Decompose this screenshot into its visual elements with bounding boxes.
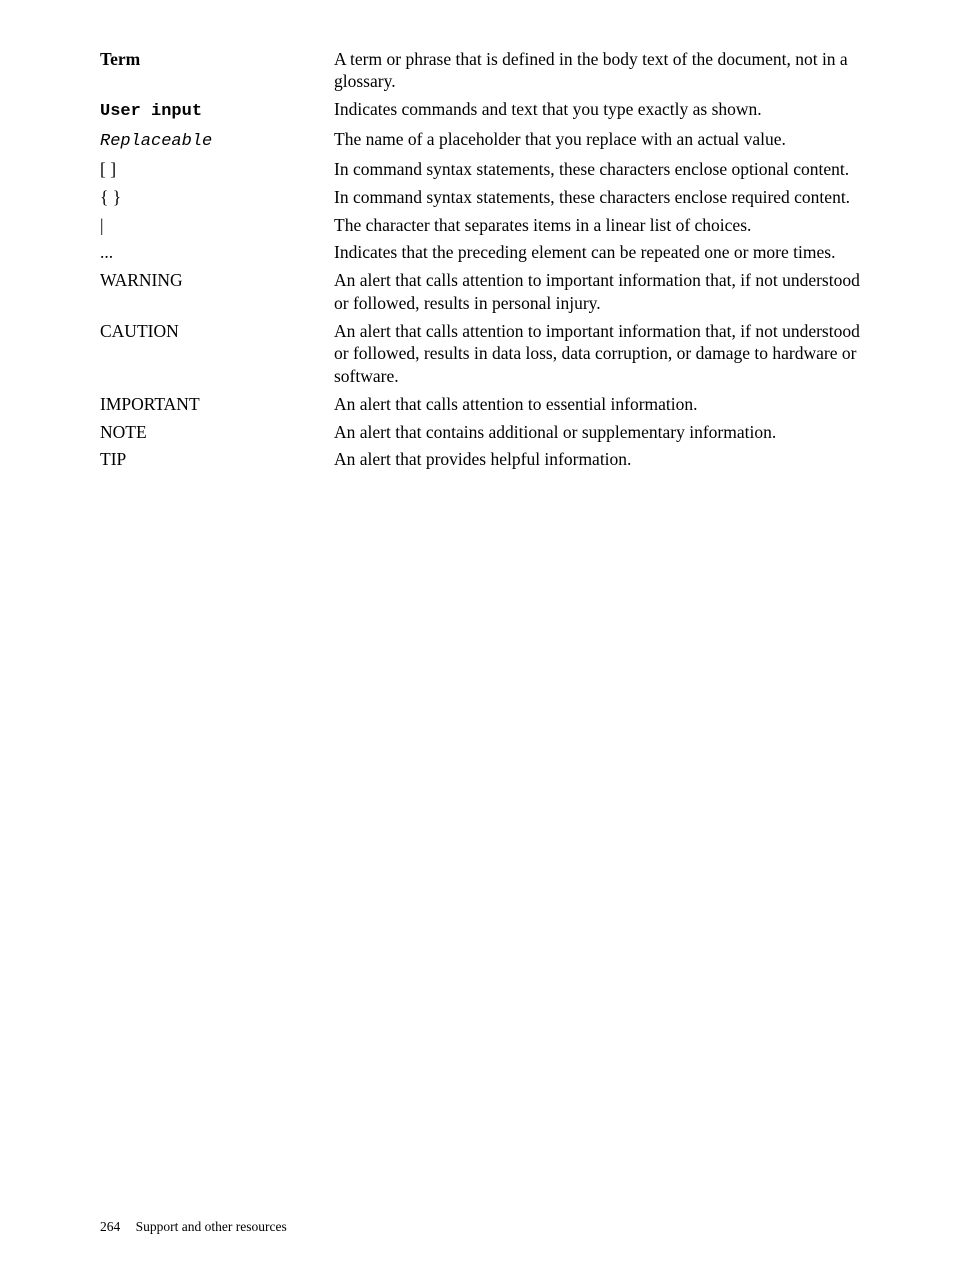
term-text: [ ]	[100, 159, 116, 179]
table-row: IMPORTANT An alert that calls attention t…	[100, 390, 866, 418]
description-cell: The name of a placeholder that you repla…	[334, 126, 866, 156]
table-row: | The character that separates items in a…	[100, 211, 866, 239]
term-cell: Term	[100, 45, 334, 96]
table-row: WARNING An alert that calls attention to …	[100, 267, 866, 318]
term-cell: |	[100, 211, 334, 239]
term-text: ...	[100, 242, 113, 262]
term-cell: ...	[100, 239, 334, 267]
term-cell: IMPORTANT	[100, 390, 334, 418]
term-text: User input	[100, 102, 202, 121]
term-cell: { }	[100, 183, 334, 211]
description-cell: The character that separates items in a …	[334, 211, 866, 239]
page-number: 264	[100, 1219, 120, 1234]
description-cell: In command syntax statements, these char…	[334, 156, 866, 184]
description-cell: In command syntax statements, these char…	[334, 183, 866, 211]
term-cell: User input	[100, 96, 334, 126]
table-row: { } In command syntax statements, these c…	[100, 183, 866, 211]
conventions-tbody: Term A term or phrase that is defined in …	[100, 45, 866, 474]
description-cell: Indicates that the preceding element can…	[334, 239, 866, 267]
term-cell: Replaceable	[100, 126, 334, 156]
conventions-table: Term A term or phrase that is defined in …	[100, 45, 866, 474]
document-page: Term A term or phrase that is defined in …	[0, 0, 954, 1271]
table-row: NOTE An alert that contains additional or…	[100, 418, 866, 446]
table-row: CAUTION An alert that calls attention to …	[100, 317, 866, 390]
page-footer: 264 Support and other resources	[100, 1219, 287, 1235]
description-cell: An alert that calls attention to essenti…	[334, 390, 866, 418]
table-row: ... Indicates that the preceding element …	[100, 239, 866, 267]
table-row: User input Indicates commands and text th…	[100, 96, 866, 126]
term-text: NOTE	[100, 422, 147, 442]
term-cell: [ ]	[100, 156, 334, 184]
table-row: [ ] In command syntax statements, these c…	[100, 156, 866, 184]
term-cell: CAUTION	[100, 317, 334, 390]
description-cell: An alert that calls attention to importa…	[334, 317, 866, 390]
term-text: WARNING	[100, 270, 183, 290]
table-row: Term A term or phrase that is defined in …	[100, 45, 866, 96]
description-cell: An alert that calls attention to importa…	[334, 267, 866, 318]
table-row: TIP An alert that provides helpful inform…	[100, 446, 866, 474]
term-text: Replaceable	[100, 132, 212, 151]
term-cell: TIP	[100, 446, 334, 474]
term-text: CAUTION	[100, 321, 179, 341]
table-row: Replaceable The name of a placeholder tha…	[100, 126, 866, 156]
term-cell: NOTE	[100, 418, 334, 446]
footer-section: Support and other resources	[136, 1219, 287, 1234]
term-text: |	[100, 215, 104, 235]
term-text: IMPORTANT	[100, 394, 200, 414]
term-text: Term	[100, 49, 140, 69]
term-text: { }	[100, 187, 121, 207]
description-cell: An alert that contains additional or sup…	[334, 418, 866, 446]
term-cell: WARNING	[100, 267, 334, 318]
description-cell: A term or phrase that is defined in the …	[334, 45, 866, 96]
description-cell: Indicates commands and text that you typ…	[334, 96, 866, 126]
term-text: TIP	[100, 449, 126, 469]
description-cell: An alert that provides helpful informati…	[334, 446, 866, 474]
